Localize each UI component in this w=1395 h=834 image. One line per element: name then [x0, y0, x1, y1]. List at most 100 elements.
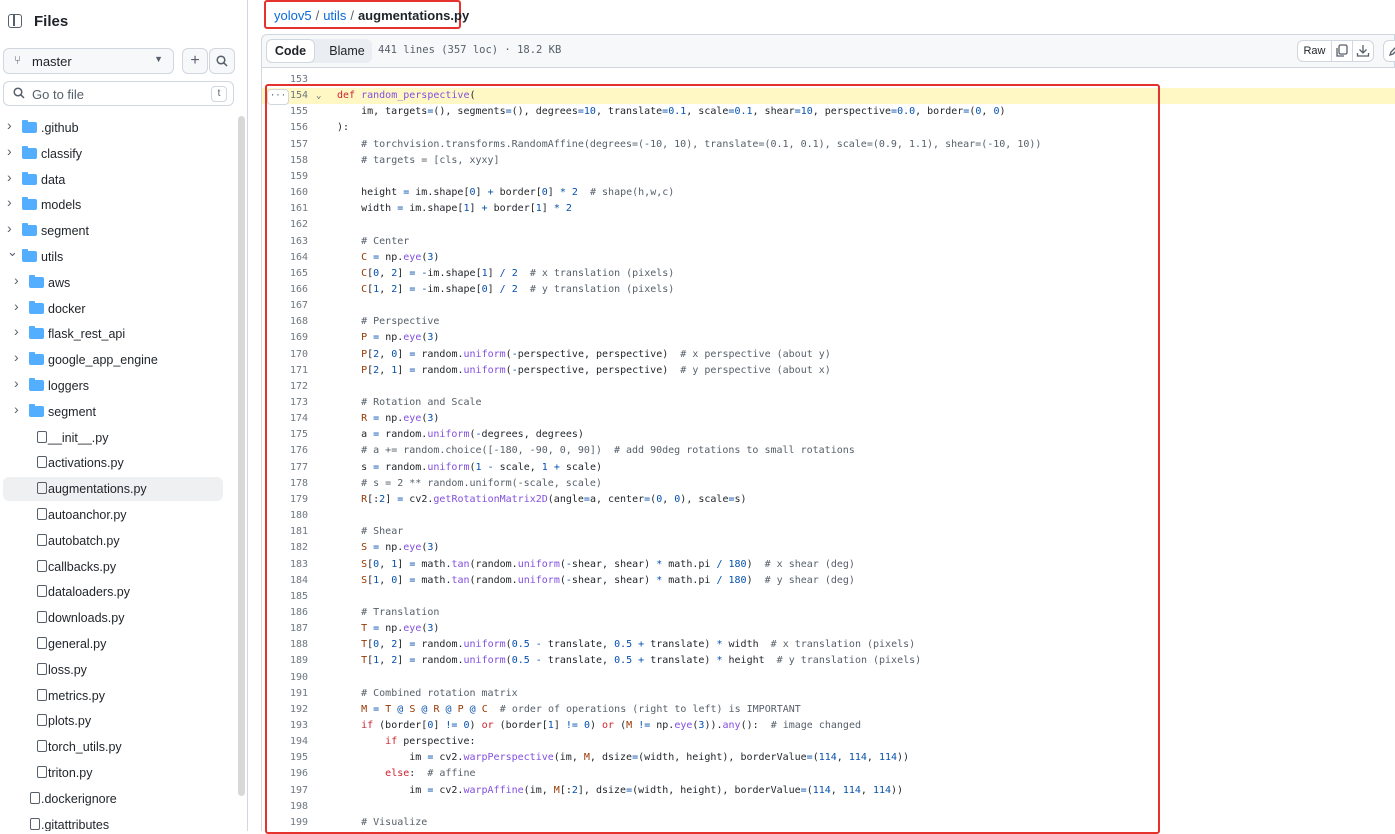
tree-item-label: docker	[48, 301, 86, 316]
tree-item[interactable]: activations.py	[3, 451, 233, 475]
tree-item[interactable]: plots.py	[3, 709, 233, 733]
tree-item-label: torch_utils.py	[48, 740, 122, 755]
tree-item[interactable]: __init__.py	[3, 426, 233, 450]
tree-item[interactable]: › segment	[3, 219, 233, 243]
tree-item[interactable]: › data	[3, 168, 233, 192]
edit-button[interactable]	[1383, 40, 1395, 62]
tree-item-label: loggers	[48, 379, 89, 393]
copy-raw-button[interactable]	[1331, 40, 1353, 62]
file-toolbar: Code Blame 441 lines (357 loc) · 18.2 KB…	[261, 34, 1395, 68]
chevron-right-icon[interactable]: ›	[14, 401, 24, 417]
breadcrumb-current-file: augmentations.py	[357, 8, 470, 23]
file-icon	[37, 585, 47, 598]
tree-item[interactable]: augmentations.py	[3, 477, 223, 502]
raw-button[interactable]: Raw	[1297, 40, 1332, 62]
tree-item-label: .github	[41, 121, 79, 135]
go-to-file-input[interactable]: Go to file t	[3, 81, 234, 106]
breadcrumb-separator: /	[315, 8, 320, 23]
tree-item-label: .gitattributes	[41, 817, 110, 831]
folder-icon	[29, 326, 44, 340]
tree-item[interactable]: callbacks.py	[3, 555, 233, 579]
tree-item[interactable]: › aws	[3, 271, 233, 295]
search-files-button[interactable]	[209, 48, 235, 74]
tab-code[interactable]: Code	[266, 39, 315, 63]
tree-item[interactable]: downloads.py	[3, 606, 233, 630]
chevron-right-icon[interactable]: ›	[7, 143, 17, 159]
tree-item[interactable]: metrics.py	[3, 684, 233, 708]
tree-item-label: utils	[41, 250, 64, 264]
tree-item-label: autobatch.py	[48, 533, 120, 548]
tree-item-label: loss.py	[48, 662, 87, 677]
tree-item-label: data	[41, 172, 66, 187]
tree-item[interactable]: › docker	[3, 297, 233, 321]
tree-item[interactable]: › classify	[3, 142, 233, 166]
tree-item-label: triton.py	[48, 766, 93, 780]
tree-item-label: classify	[41, 146, 82, 161]
chevron-right-icon[interactable]: ›	[14, 298, 24, 314]
file-icon	[37, 508, 47, 520]
tree-item-label: __init__.py	[48, 430, 109, 445]
chevron-right-icon[interactable]: ›	[14, 323, 24, 339]
tree-item[interactable]: autobatch.py	[3, 529, 233, 553]
tree-item[interactable]: general.py	[3, 632, 233, 656]
add-file-button[interactable]: +	[182, 48, 208, 74]
file-icon	[37, 611, 47, 624]
branch-selector[interactable]: ⑂ master ▼	[3, 48, 174, 74]
tree-item[interactable]: triton.py	[3, 761, 233, 785]
tree-item-label: activations.py	[48, 456, 124, 471]
tree-item-label: aws	[48, 275, 71, 290]
branch-name: master	[32, 54, 72, 69]
file-tree-sidebar: Files ⑂ master ▼ + Go to file t › .github…	[0, 0, 248, 831]
tree-item[interactable]: .dockerignore	[3, 787, 233, 811]
file-info: 441 lines (357 loc) · 18.2 KB	[378, 44, 562, 56]
file-icon	[37, 637, 47, 649]
tree-item[interactable]: › models	[3, 193, 233, 217]
tree-item[interactable]: › loggers	[3, 374, 233, 398]
tree-item-label: .dockerignore	[41, 791, 117, 806]
tree-item[interactable]: torch_utils.py	[3, 735, 233, 759]
folder-icon	[22, 197, 37, 211]
tree-item[interactable]: › flask_rest_api	[3, 322, 233, 346]
tree-item[interactable]: › .github	[3, 116, 233, 140]
tree-item-label: augmentations.py	[48, 482, 147, 497]
tree-item-label: general.py	[48, 637, 107, 651]
breadcrumb-dir-link[interactable]: utils	[323, 8, 346, 23]
tree-item[interactable]: ⌄ utils	[3, 244, 233, 269]
chevron-right-icon[interactable]: ›	[7, 169, 17, 185]
chevron-right-icon[interactable]: ›	[14, 272, 24, 288]
chevron-right-icon[interactable]: ›	[7, 117, 17, 133]
chevron-right-icon[interactable]: ›	[7, 220, 17, 236]
git-branch-icon: ⑂	[14, 53, 22, 67]
folder-icon	[22, 145, 37, 159]
folder-icon	[29, 274, 44, 288]
collapse-panel-icon[interactable]	[8, 14, 22, 28]
file-icon	[37, 559, 47, 572]
sidebar-scrollbar[interactable]	[238, 116, 245, 796]
tree-item[interactable]: .gitattributes	[3, 813, 233, 831]
tree-item-label: google_app_engine	[48, 353, 158, 368]
file-icon	[37, 482, 47, 495]
chevron-down-icon[interactable]: ⌄	[7, 244, 18, 260]
tree-item[interactable]: loss.py	[3, 658, 233, 682]
tree-item[interactable]: dataloaders.py	[3, 580, 233, 604]
tree-item[interactable]: autoanchor.py	[3, 503, 233, 527]
file-icon	[37, 430, 47, 443]
chevron-right-icon[interactable]: ›	[14, 349, 24, 365]
keyboard-shortcut-hint: t	[211, 86, 227, 102]
tree-item-label: downloads.py	[48, 611, 125, 626]
breadcrumb-repo-link[interactable]: yolov5	[274, 8, 312, 23]
tree-item[interactable]: › google_app_engine	[3, 348, 233, 372]
plus-icon: +	[190, 52, 200, 69]
tree-item-label: segment	[41, 224, 89, 239]
chevron-right-icon[interactable]: ›	[14, 375, 24, 391]
pencil-icon	[1388, 47, 1395, 57]
view-mode-toggle: Code Blame	[266, 39, 372, 63]
download-button[interactable]	[1352, 40, 1374, 62]
tree-item-label: metrics.py	[48, 688, 105, 703]
file-icon	[37, 456, 47, 469]
chevron-right-icon[interactable]: ›	[7, 194, 17, 210]
tab-blame[interactable]: Blame	[322, 39, 372, 63]
tree-item[interactable]: › segment	[3, 400, 233, 424]
file-icon	[37, 662, 47, 675]
file-icon	[37, 533, 47, 546]
